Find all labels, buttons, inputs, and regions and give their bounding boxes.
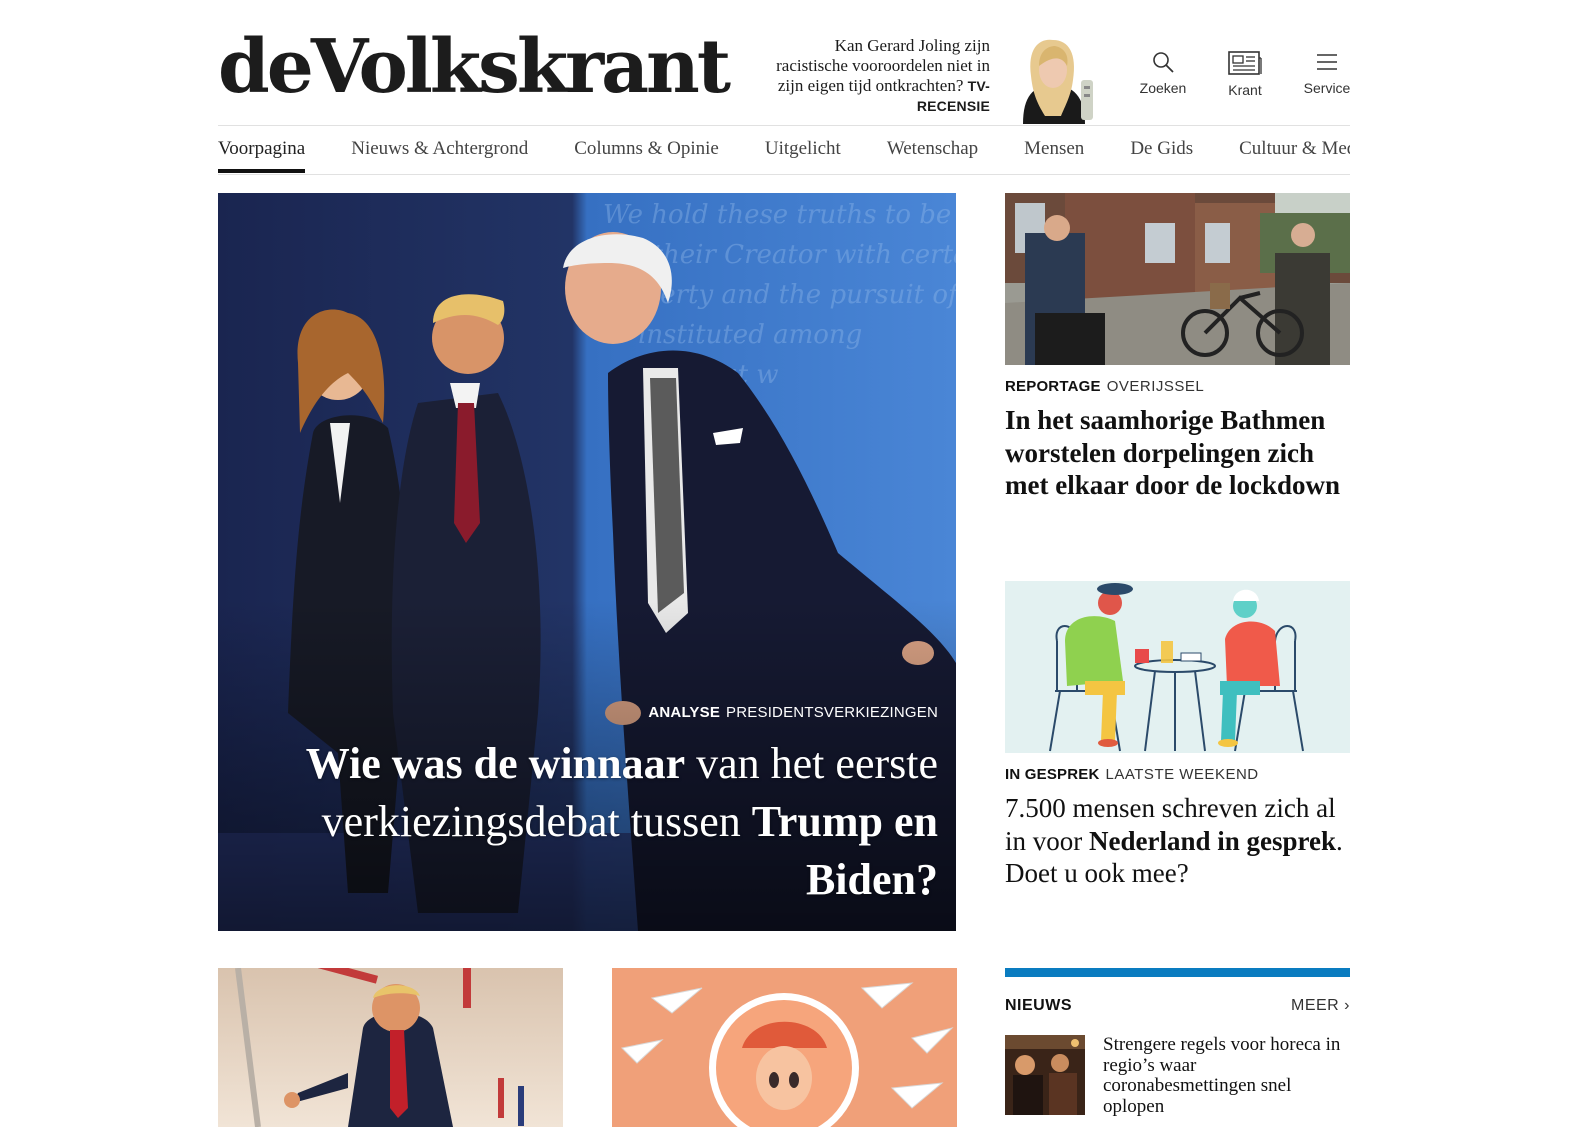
news-item-title: Strengere regels voor horeca in regio’s …	[1103, 1034, 1341, 1117]
newspaper-icon	[1228, 51, 1262, 75]
hero-headline: Wie was de winnaar van het eerste verkie…	[238, 735, 938, 909]
search-button[interactable]: Zoeken	[1128, 50, 1198, 96]
hero-kicker-label: ANALYSE	[648, 704, 721, 721]
side-article-2-image[interactable]	[1005, 581, 1350, 753]
hero-headline-part3: Trump en Biden?	[751, 797, 938, 904]
newspaper-button[interactable]: Krant	[1210, 50, 1280, 98]
hero-article[interactable]: We hold these truths to be self-evident …	[218, 193, 956, 931]
side-article-1-kicker-topic: OVERIJSSEL	[1106, 378, 1205, 395]
news-heading: NIEUWS	[1005, 997, 1072, 1014]
search-button-label: Zoeken	[1139, 80, 1187, 96]
site-logo[interactable]: deVolkskrant	[218, 30, 731, 104]
service-menu-label: Service	[1303, 80, 1351, 96]
side-article-2-kicker: IN GESPREK LAATSTE WEEKEND	[1005, 766, 1259, 783]
nav-item-de-gids[interactable]: De Gids	[1130, 126, 1193, 172]
hero-headline-part1: Wie was de winnaar	[305, 739, 686, 788]
side-article-1-title[interactable]: In het saamhorige Bathmen worstelen dorp…	[1005, 404, 1350, 502]
side-article-1-kicker: REPORTAGE OVERIJSSEL	[1005, 378, 1204, 395]
nav-item-wetenschap[interactable]: Wetenschap	[887, 126, 978, 172]
side-article-2-kicker-label: IN GESPREK	[1005, 766, 1100, 783]
newspaper-button-label: Krant	[1228, 82, 1262, 98]
news-accent-bar	[1005, 968, 1350, 977]
header-teaser[interactable]: Kan Gerard Joling zijn racistische vooro…	[770, 36, 990, 116]
header-teaser-text: Kan Gerard Joling zijn racistische vooro…	[776, 36, 990, 95]
nav-item-cultuur-media[interactable]: Cultuur & Media	[1239, 126, 1350, 172]
chevron-right-icon: ›	[1344, 997, 1350, 1014]
hamburger-menu-icon	[1317, 54, 1337, 70]
bottom-article-1-image[interactable]	[218, 968, 563, 1127]
side-article-2-kicker-topic: LAATSTE WEEKEND	[1105, 766, 1259, 783]
hero-text: ANALYSE PRESIDENTSVERKIEZINGEN Wie was de…	[238, 704, 938, 909]
search-icon	[1153, 52, 1174, 73]
news-more-label: MEER	[1290, 997, 1340, 1014]
service-menu-button[interactable]: Service	[1292, 50, 1362, 96]
main-navigation: Voorpagina Nieuws & Achtergrond Columns …	[218, 126, 1350, 175]
nav-item-mensen[interactable]: Mensen	[1024, 126, 1084, 172]
nav-item-columns-opinie[interactable]: Columns & Opinie	[574, 126, 719, 172]
nav-item-nieuws-achtergrond[interactable]: Nieuws & Achtergrond	[351, 126, 528, 172]
bottom-article-2-image[interactable]	[612, 968, 957, 1127]
hero-kicker-topic: PRESIDENTSVERKIEZINGEN	[726, 704, 938, 721]
hero-kicker: ANALYSE PRESIDENTSVERKIEZINGEN	[238, 704, 938, 721]
side-article-2-title-part2: Nederland in gesprek	[1089, 825, 1337, 856]
header-teaser-photo[interactable]	[1005, 36, 1100, 124]
news-item-thumbnail	[1005, 1035, 1085, 1115]
nav-item-voorpagina[interactable]: Voorpagina	[218, 126, 306, 173]
side-article-1-kicker-label: REPORTAGE	[1005, 378, 1101, 395]
news-header: NIEUWS MEER ›	[1005, 997, 1350, 1015]
nav-item-uitgelicht[interactable]: Uitgelicht	[765, 126, 841, 172]
news-more-link[interactable]: MEER ›	[1291, 997, 1350, 1015]
side-article-2-title[interactable]: 7.500 mensen schreven zich al in voor Ne…	[1005, 792, 1350, 890]
side-article-1-image[interactable]	[1005, 193, 1350, 365]
